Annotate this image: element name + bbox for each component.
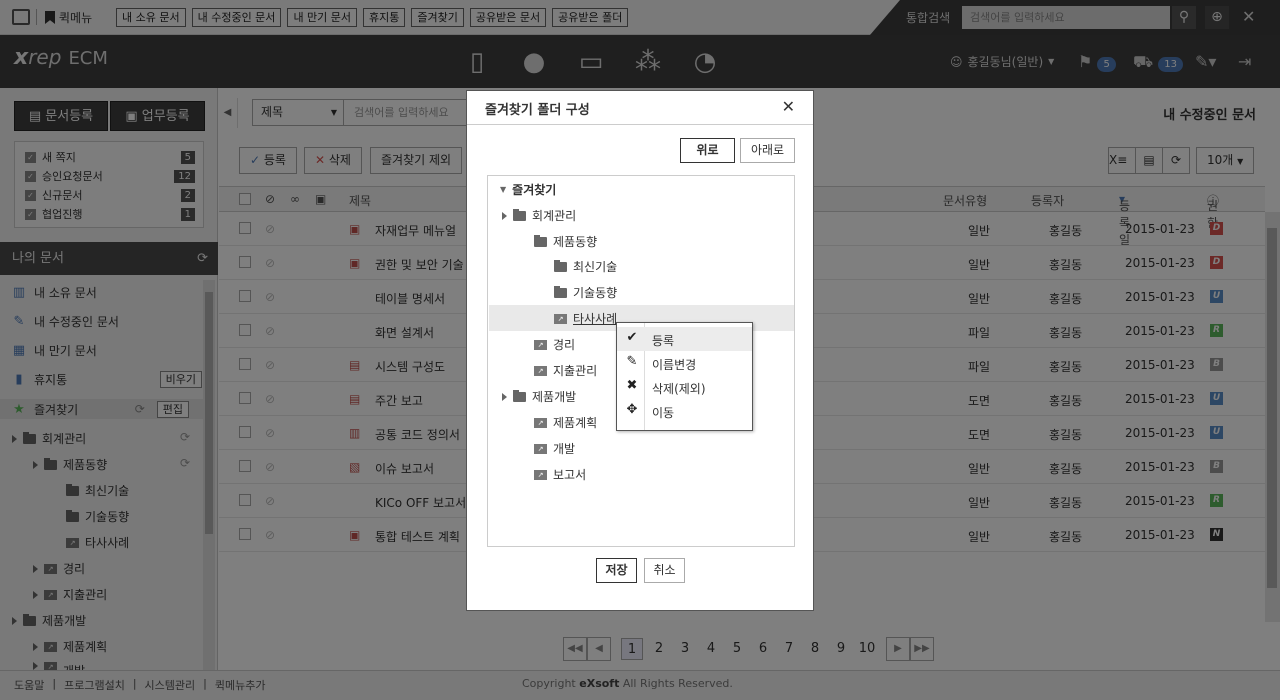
folder-icon [554, 285, 567, 298]
check-icon: ✔ [626, 330, 638, 345]
close-icon[interactable]: ✕ [782, 97, 795, 116]
expand-icon [502, 392, 507, 401]
tree-node-latest-tech[interactable]: 최신기술 [554, 258, 617, 275]
tree-node-product-trend[interactable]: 제품동향 [534, 233, 597, 250]
shared-folder-icon: ↗ [534, 365, 547, 376]
pencil-icon: ✎ [626, 354, 638, 369]
tree-node-other-cases[interactable]: ↗타사사례 [554, 310, 617, 327]
folder-icon [513, 208, 526, 221]
divider [467, 124, 813, 125]
menu-item-delete[interactable]: ✖ 삭제(제외) [617, 375, 752, 399]
chevron-down-icon: ▼ [500, 185, 507, 194]
move-down-button[interactable]: 아래로 [740, 138, 795, 163]
shared-folder-icon: ↗ [534, 443, 547, 454]
menu-item-move[interactable]: ✥ 이동 [617, 399, 752, 423]
folder-context-menu: ✔ 등록 ✎ 이름변경 ✖ 삭제(제외) ✥ 이동 [616, 322, 753, 431]
move-icon: ✥ [626, 402, 638, 417]
folder-icon [534, 234, 547, 247]
dialog-title: 즐겨찾기 폴더 구성 [485, 103, 590, 118]
tree-node-accounting[interactable]: 회계관리 [502, 207, 576, 224]
tree-node-reports[interactable]: ↗ 보고서 [534, 466, 586, 483]
tree-node-dev[interactable]: ↗개발 [534, 440, 575, 457]
tree-node-tech-trend[interactable]: 기술동향 [554, 284, 617, 301]
cancel-button[interactable]: 취소 [644, 558, 685, 583]
tree-node-product-dev[interactable]: 제품개발 [502, 388, 576, 405]
menu-item-register[interactable]: ✔ 등록 [617, 327, 752, 351]
move-up-button[interactable]: 위로 [680, 138, 735, 163]
shared-folder-icon: ↗ [534, 469, 547, 480]
folder-icon [513, 389, 526, 402]
close-icon: ✖ [626, 378, 638, 393]
save-button[interactable]: 저장 [596, 558, 637, 583]
shared-folder-icon: ↗ [534, 417, 547, 428]
shared-folder-icon: ↗ [554, 313, 567, 324]
tree-root-favorites[interactable]: ▼ 즐겨찾기 [500, 181, 556, 198]
menu-item-rename[interactable]: ✎ 이름변경 [617, 351, 752, 375]
tree-node-product-plan[interactable]: ↗제품계획 [534, 414, 597, 431]
folder-icon [554, 259, 567, 272]
shared-folder-icon: ↗ [534, 339, 547, 350]
tree-node-expense[interactable]: ↗지출관리 [534, 362, 597, 379]
expand-icon [502, 211, 507, 220]
tree-node-accounts[interactable]: ↗경리 [534, 336, 575, 353]
